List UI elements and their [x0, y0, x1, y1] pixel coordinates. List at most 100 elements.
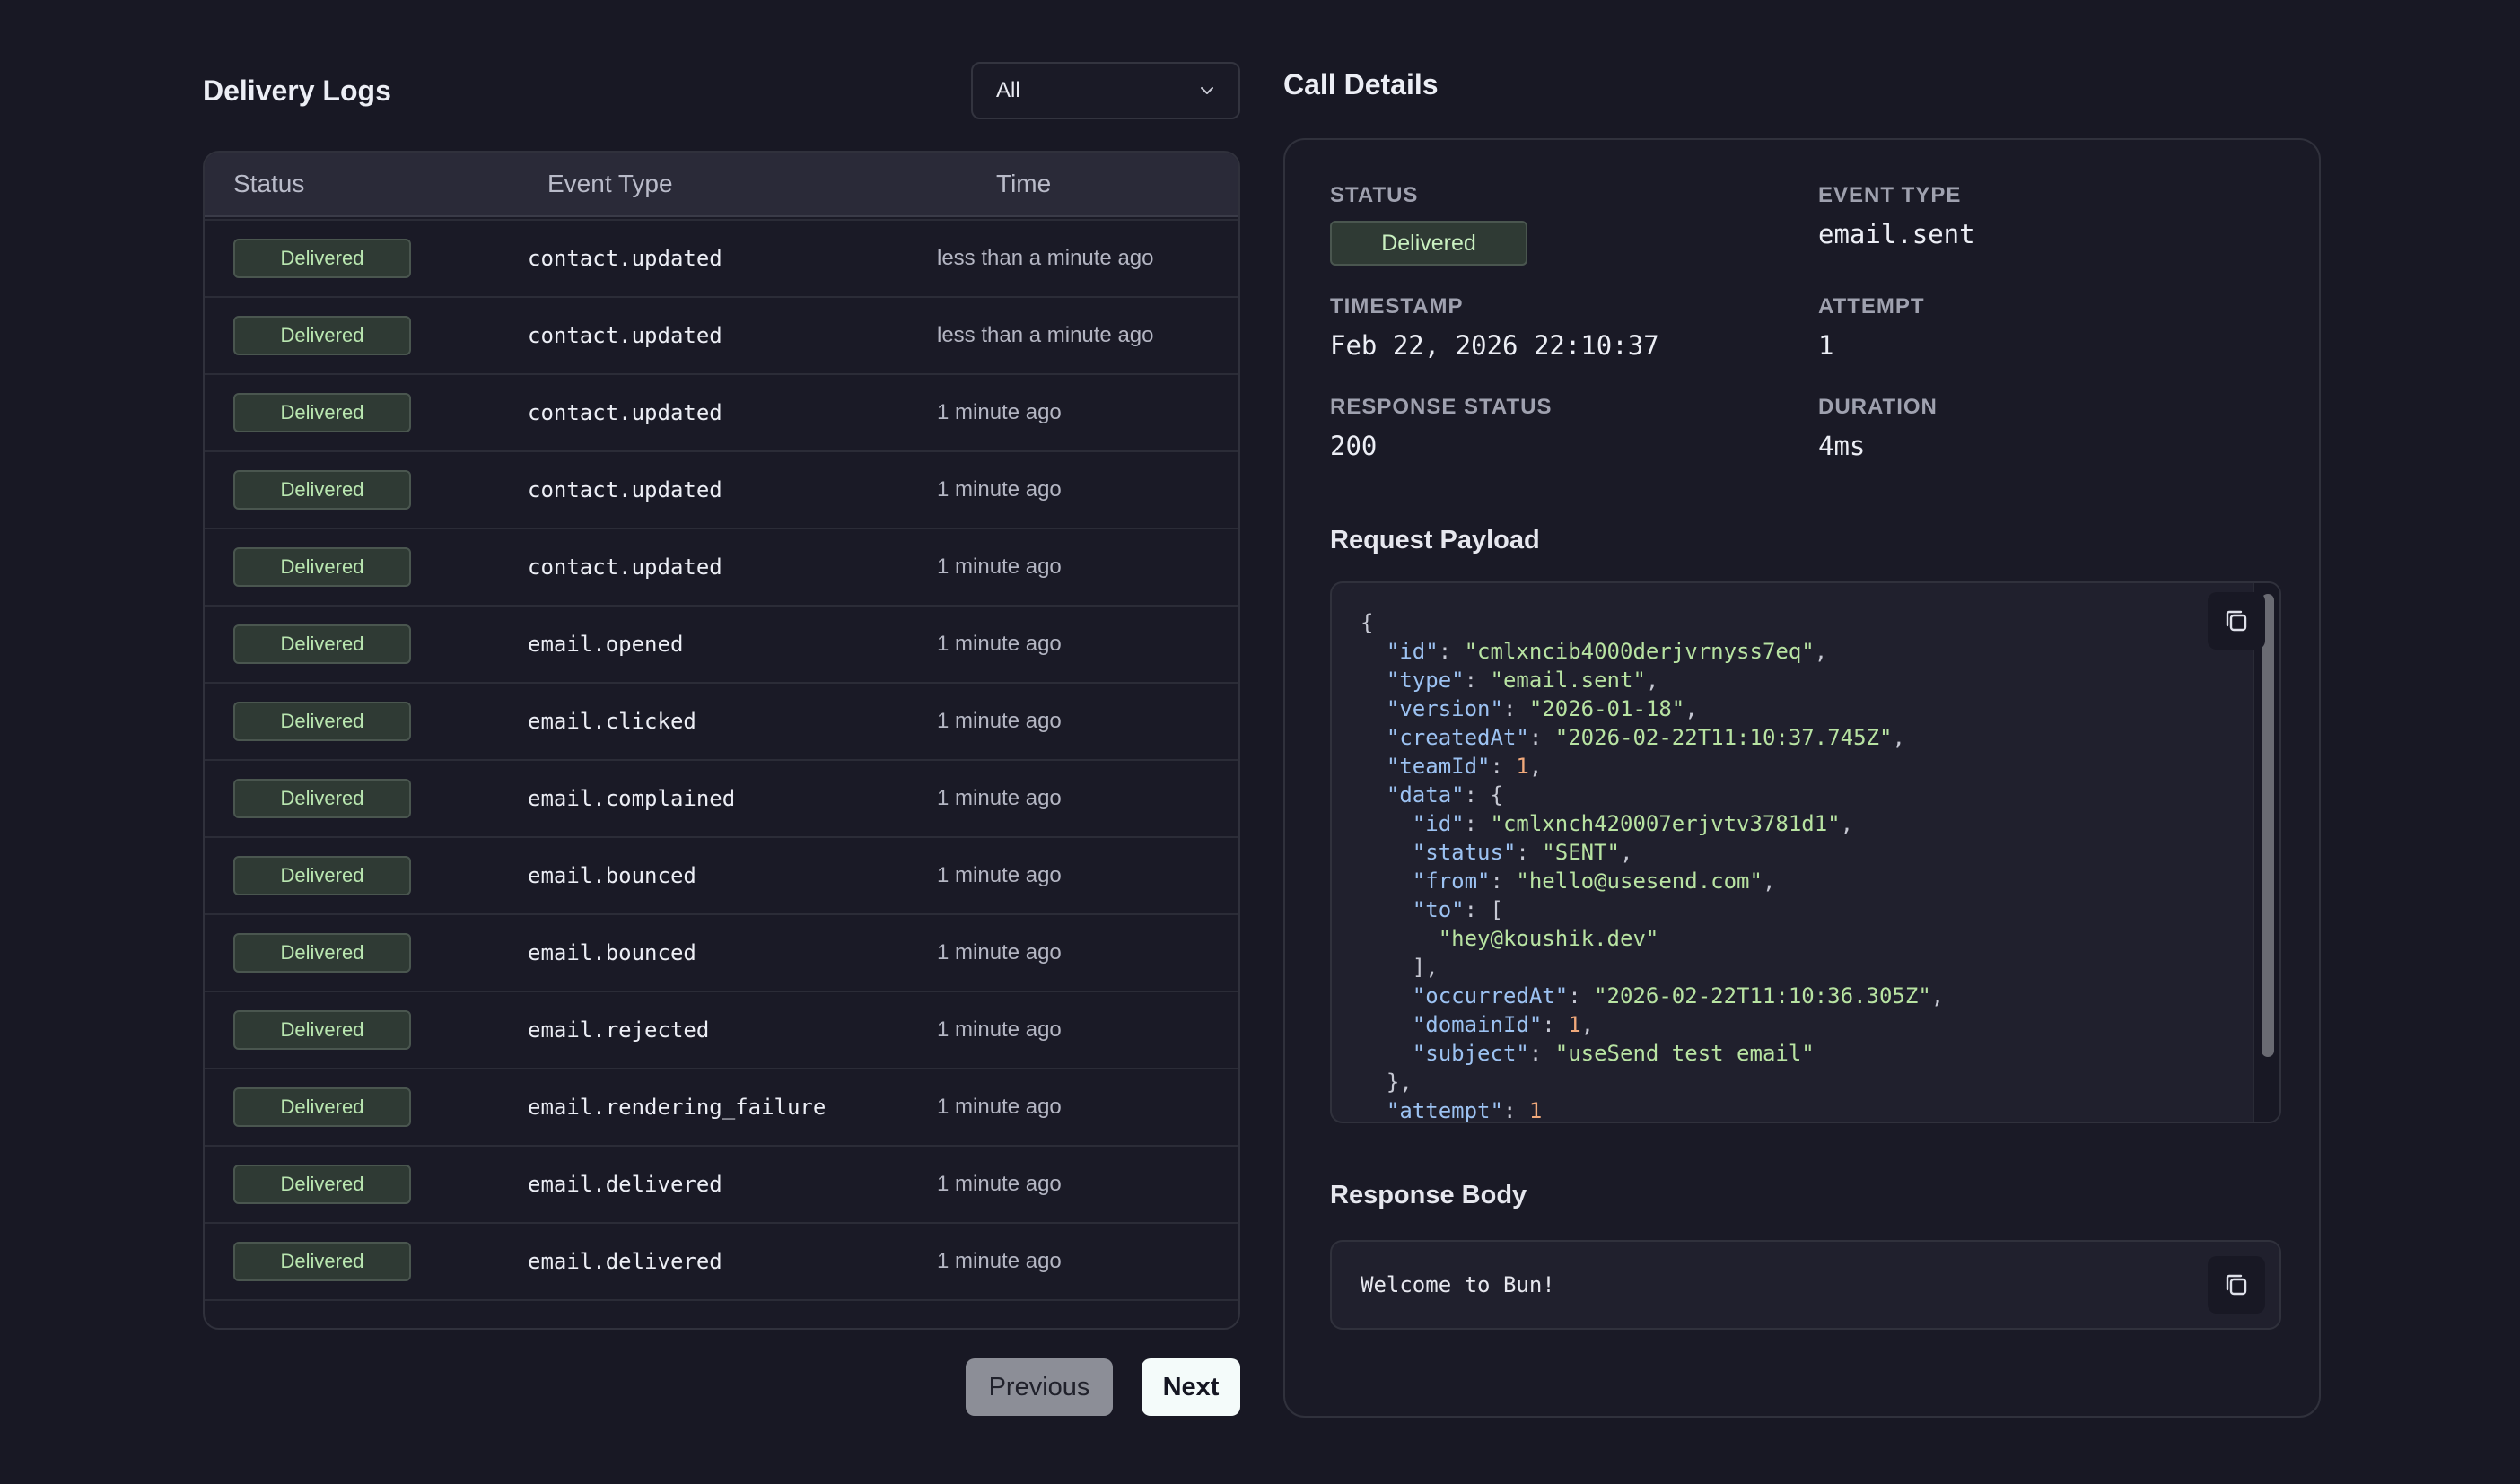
time-cell: 1 minute ago [937, 477, 1062, 502]
payload-token: ], [1361, 955, 1439, 980]
status-filter-value: All [996, 78, 1020, 102]
status-badge: Delivered [233, 1165, 411, 1204]
status-badge: Delivered [233, 239, 411, 278]
payload-line: "to": [ [1361, 897, 1503, 922]
payload-token: "hey@koushik.dev" [1438, 926, 1659, 951]
payload-token [1361, 754, 1387, 779]
table-row[interactable]: Delivered email.rejected 1 minute ago [205, 992, 1238, 1069]
payload-token: 1 [1568, 1012, 1581, 1037]
event-type-cell: email.rendering_failure [528, 1095, 827, 1120]
table-row[interactable]: Delivered email.opened 1 minute ago [205, 607, 1238, 684]
payload-token: : [1568, 983, 1595, 1008]
copy-icon [2226, 610, 2247, 632]
payload-scrollbar[interactable] [2253, 583, 2279, 1122]
payload-token: : [ [1464, 897, 1503, 922]
status-badge: Delivered [233, 933, 411, 973]
time-cell: less than a minute ago [937, 246, 1154, 270]
payload-token: "email.sent" [1490, 668, 1646, 693]
time-cell: 1 minute ago [937, 554, 1062, 579]
event-type-cell: email.clicked [528, 709, 696, 734]
copy-response-button[interactable] [2208, 1256, 2265, 1314]
payload-token: "from" [1412, 869, 1491, 894]
table-row[interactable]: Delivered email.delivered 1 minute ago [205, 1224, 1238, 1301]
table-row[interactable]: Delivered contact.updated 1 minute ago [205, 529, 1238, 607]
detail-value: Feb 22, 2026 22:10:37 [1330, 330, 1659, 361]
detail-timestamp: TIMESTAMP Feb 22, 2026 22:10:37 [1330, 294, 1659, 361]
pagination: Previous Next [966, 1358, 1240, 1416]
payload-token: "createdAt" [1386, 725, 1529, 750]
payload-line: { [1361, 610, 1373, 635]
column-header-event-type: Event Type [547, 170, 673, 197]
status-filter-select[interactable]: All [971, 62, 1240, 119]
payload-token: : [1490, 869, 1517, 894]
payload-token: "2026-02-22T11:10:36.305Z" [1594, 983, 1931, 1008]
payload-line: "teamId": 1, [1361, 754, 1542, 779]
payload-token: , [1930, 983, 1945, 1008]
payload-token [1361, 926, 1439, 951]
status-badge: Delivered [233, 547, 411, 587]
payload-token: : [1528, 725, 1555, 750]
previous-page-button[interactable]: Previous [966, 1358, 1113, 1416]
table-row[interactable]: Delivered contact.updated 1 minute ago [205, 452, 1238, 529]
time-cell: 1 minute ago [937, 863, 1062, 887]
status-badge: Delivered [233, 316, 411, 355]
event-type-cell: contact.updated [528, 323, 722, 348]
payload-token: "useSend test email" [1554, 1041, 1815, 1066]
time-cell: 1 minute ago [937, 632, 1062, 656]
payload-token: , [1684, 696, 1698, 721]
response-body-text: Welcome to Bun! [1361, 1272, 1555, 1297]
table-row[interactable]: Delivered email.bounced 1 minute ago [205, 838, 1238, 915]
request-payload-title: Request Payload [1330, 526, 1540, 554]
payload-line: "status": "SENT", [1361, 840, 1633, 865]
table-row[interactable]: Delivered contact.updated 1 minute ago [205, 375, 1238, 452]
time-cell: 1 minute ago [937, 786, 1062, 810]
delivery-logs-header: Delivery Logs All [203, 61, 1240, 120]
table-row[interactable]: Delivered email.delivered 1 minute ago [205, 1147, 1238, 1224]
payload-token [1361, 725, 1387, 750]
detail-label: DURATION [1818, 395, 1938, 419]
payload-token: "hello@usesend.com" [1516, 869, 1763, 894]
detail-duration: DURATION 4ms [1818, 395, 1938, 461]
payload-token: "id" [1412, 811, 1465, 836]
payload-token: "cmlxncib4000derjvrnyss7eq" [1464, 639, 1815, 664]
status-badge: Delivered [233, 1242, 411, 1281]
detail-label: ATTEMPT [1818, 294, 1925, 319]
table-row[interactable]: Delivered email.rendering_failure 1 minute… [205, 1069, 1238, 1147]
payload-line: "createdAt": "2026-02-22T11:10:37.745Z", [1361, 725, 1905, 750]
table-row[interactable]: Delivered email.complained 1 minute ago [205, 761, 1238, 838]
delivery-logs-panel: Delivery Logs All Status Event Type Time… [203, 61, 1240, 1416]
payload-token [1361, 840, 1413, 865]
detail-value: 1 [1818, 330, 1834, 361]
event-type-cell: contact.updated [528, 400, 722, 425]
payload-token: : [1464, 811, 1491, 836]
scrollbar-thumb[interactable] [2262, 594, 2274, 1057]
status-badge: Delivered [233, 856, 411, 895]
table-row[interactable]: Delivered contact.updated less than a minu… [205, 298, 1238, 375]
event-type-cell: contact.updated [528, 477, 722, 502]
request-payload-code[interactable]: { "id": "cmlxncib4000derjvrnyss7eq", "ty… [1330, 581, 2281, 1123]
chevron-down-icon [1201, 87, 1213, 94]
status-badge: Delivered [1330, 221, 1527, 266]
time-cell: 1 minute ago [937, 1095, 1062, 1119]
event-type-cell: contact.updated [528, 246, 722, 271]
payload-json: { "id": "cmlxncib4000derjvrnyss7eq", "ty… [1332, 583, 2279, 1122]
time-cell: 1 minute ago [937, 709, 1062, 733]
table-row[interactable]: Delivered contact.updated less than a minu… [205, 221, 1238, 298]
payload-token: "id" [1386, 639, 1439, 664]
delivery-logs-title: Delivery Logs [203, 74, 391, 107]
status-badge: Delivered [233, 1010, 411, 1050]
payload-line: "id": "cmlxnch420007erjvtv3781d1", [1361, 811, 1853, 836]
call-details-card: STATUS Delivered EVENT TYPE email.sent T… [1283, 138, 2321, 1418]
call-details-title: Call Details [1283, 67, 1439, 100]
table-row[interactable]: Delivered email.clicked 1 minute ago [205, 684, 1238, 761]
table-row[interactable]: Delivered email.bounced 1 minute ago [205, 915, 1238, 992]
payload-line: "data": { [1361, 782, 1503, 807]
payload-token [1361, 897, 1413, 922]
detail-value: 4ms [1818, 431, 1866, 461]
payload-line: ], [1361, 955, 1439, 980]
payload-token [1361, 869, 1413, 894]
copy-payload-button[interactable] [2208, 592, 2265, 650]
payload-token: , [1840, 811, 1854, 836]
next-page-button[interactable]: Next [1142, 1358, 1240, 1416]
payload-line: "hey@koushik.dev" [1361, 926, 1659, 951]
